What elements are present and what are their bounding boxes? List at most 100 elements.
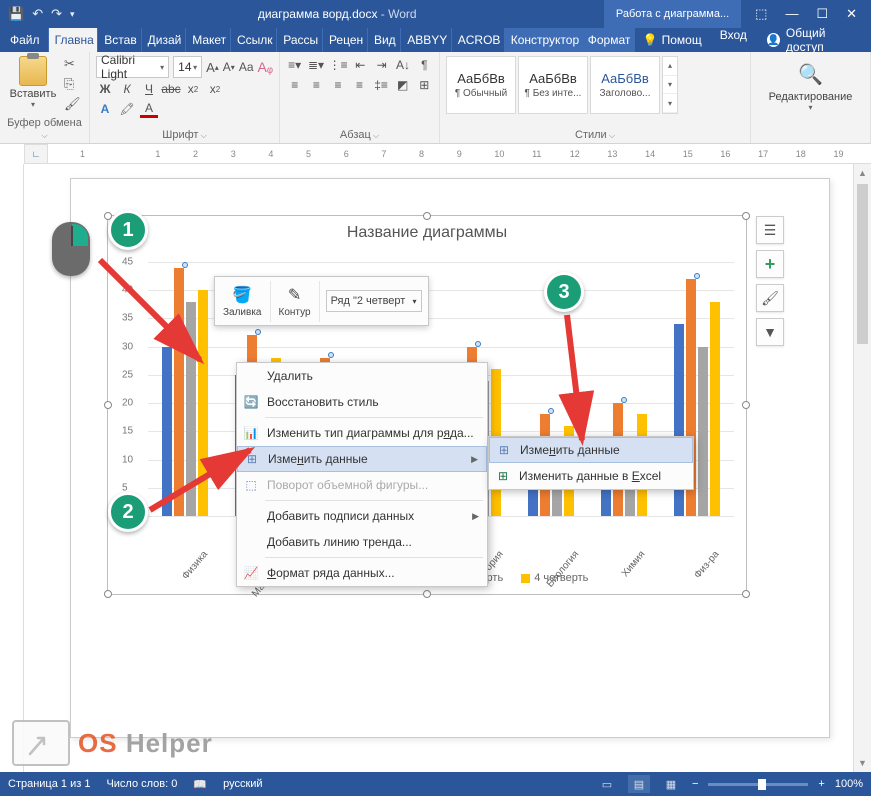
chart-layout-button[interactable]: ☰ (756, 216, 784, 244)
chart-filter-button[interactable]: ▼ (756, 318, 784, 346)
tab-references[interactable]: Ссылк (231, 28, 277, 52)
numbering-icon[interactable]: ≣▾ (307, 56, 324, 74)
ruler-horizontal[interactable]: ∟ 112345678910111213141516171819 (24, 144, 871, 164)
scroll-thumb[interactable] (857, 184, 868, 344)
find-icon[interactable]: 🔍 (798, 62, 823, 87)
bold-icon[interactable]: Ж (96, 80, 114, 98)
view-read-icon[interactable]: ▭ (596, 775, 618, 793)
align-left-icon[interactable]: ≡ (286, 76, 304, 94)
undo-icon[interactable]: ↶ (32, 6, 43, 22)
font-size-dropdown[interactable]: 14▾ (173, 56, 202, 78)
editing-button[interactable]: Редактирование (769, 91, 853, 103)
ctx-reset-style[interactable]: 🔄Восстановить стиль (237, 389, 487, 415)
selection-handle[interactable] (104, 401, 112, 409)
tab-home[interactable]: Главна (49, 28, 99, 52)
ctx-delete[interactable]: Удалить (237, 363, 487, 389)
ribbon-display-icon[interactable]: ⬚ (755, 6, 767, 22)
zoom-slider[interactable] (708, 783, 808, 786)
sub-edit-data-excel[interactable]: ⊞Изменить данные в Excel (489, 463, 693, 489)
scroll-up-icon[interactable]: ▲ (854, 164, 871, 182)
selection-handle[interactable] (104, 590, 112, 598)
multilevel-icon[interactable]: ⋮≡ (329, 56, 348, 74)
chart-title[interactable]: Название диаграммы (108, 216, 746, 250)
minimize-icon[interactable]: — (785, 6, 798, 22)
maximize-icon[interactable]: ☐ (816, 6, 828, 22)
chart-elements-button[interactable]: + (756, 250, 784, 278)
subscript-icon[interactable]: x2 (184, 80, 202, 98)
tab-selector[interactable]: ∟ (24, 144, 48, 164)
indent-dec-icon[interactable]: ⇤ (352, 56, 369, 74)
share-button[interactable]: 👤Общий доступ (757, 28, 871, 52)
view-print-icon[interactable]: ▤ (628, 775, 650, 793)
tell-me[interactable]: 💡Помощ (634, 28, 710, 52)
selection-handle[interactable] (742, 401, 750, 409)
series-selector-dropdown[interactable]: Ряд "2 четверт▾ (326, 290, 422, 312)
shape-fill-button[interactable]: 🪣Заливка (215, 281, 271, 322)
tab-design[interactable]: Дизай (142, 28, 187, 52)
superscript-icon[interactable]: x2 (206, 80, 224, 98)
sign-in[interactable]: Вход (710, 28, 757, 52)
view-web-icon[interactable]: ▦ (660, 775, 682, 793)
underline-icon[interactable]: Ч (140, 80, 158, 98)
status-word-count[interactable]: Число слов: 0 (106, 778, 177, 790)
borders-icon[interactable]: ⊞ (415, 76, 433, 94)
tab-review[interactable]: Рецен (323, 28, 368, 52)
tab-chart-design[interactable]: Конструктор (505, 28, 582, 52)
indent-inc-icon[interactable]: ⇥ (373, 56, 390, 74)
ctx-change-chart-type[interactable]: 📊Изменить тип диаграммы для ряда... (237, 420, 487, 446)
proofing-icon[interactable]: 📖 (193, 778, 207, 791)
status-page[interactable]: Страница 1 из 1 (8, 778, 90, 790)
tab-mailings[interactable]: Рассы (277, 28, 323, 52)
chart-styles-button[interactable]: 🖌 (756, 284, 784, 312)
tab-insert[interactable]: Встав (98, 28, 141, 52)
styles-gallery-more[interactable]: ▴▾▾ (662, 56, 678, 114)
font-name-dropdown[interactable]: Calibri Light▾ (96, 56, 169, 78)
scroll-down-icon[interactable]: ▼ (854, 754, 871, 772)
close-icon[interactable]: ✕ (846, 6, 857, 22)
clear-format-icon[interactable]: Aᵩ (258, 58, 274, 76)
format-painter-icon[interactable]: 🖌 (64, 96, 81, 112)
tab-layout[interactable]: Макет (186, 28, 231, 52)
selection-handle[interactable] (742, 212, 750, 220)
strike-icon[interactable]: abc (162, 80, 180, 98)
style-normal[interactable]: АаБбВв¶ Обычный (446, 56, 516, 114)
tab-chart-format[interactable]: Формат (582, 28, 634, 52)
selection-handle[interactable] (423, 590, 431, 598)
ctx-edit-data[interactable]: ⊞Изменить данные▶ (237, 446, 487, 472)
font-color-icon[interactable]: A (140, 100, 158, 118)
redo-icon[interactable]: ↷ (51, 6, 62, 22)
italic-icon[interactable]: К (118, 80, 136, 98)
text-effects-icon[interactable]: A (96, 100, 114, 118)
vertical-scrollbar[interactable]: ▲ ▼ (853, 164, 871, 772)
shape-outline-button[interactable]: ✎Контур (271, 281, 320, 322)
style-no-spacing[interactable]: АаБбВв¶ Без инте... (518, 56, 588, 114)
ruler-vertical[interactable] (0, 164, 24, 772)
shading-icon[interactable]: ◩ (394, 76, 412, 94)
ctx-format-series[interactable]: 📈Формат ряда данных... (237, 560, 487, 586)
selection-handle[interactable] (742, 590, 750, 598)
chart-bar[interactable] (710, 302, 720, 516)
paste-button[interactable]: Вставить ▾ (6, 56, 60, 112)
copy-icon[interactable]: ⎘ (64, 76, 81, 92)
show-marks-icon[interactable]: ¶ (416, 56, 433, 74)
sort-icon[interactable]: A↓ (394, 56, 411, 74)
style-heading1[interactable]: АаБбВвЗаголово... (590, 56, 660, 114)
tab-view[interactable]: Вид (368, 28, 401, 52)
align-center-icon[interactable]: ≡ (308, 76, 326, 94)
shrink-font-icon[interactable]: A▾ (223, 58, 235, 76)
ctx-add-trendline[interactable]: Добавить линию тренда... (237, 529, 487, 555)
status-language[interactable]: русский (223, 778, 262, 790)
bullets-icon[interactable]: ≡▾ (286, 56, 303, 74)
ctx-add-data-labels[interactable]: Добавить подписи данных▶ (237, 503, 487, 529)
selection-handle[interactable] (423, 212, 431, 220)
zoom-level[interactable]: 100% (835, 778, 863, 790)
save-icon[interactable]: 💾 (8, 6, 24, 22)
qat-more-icon[interactable]: ▾ (70, 9, 75, 20)
justify-icon[interactable]: ≡ (351, 76, 369, 94)
tab-file[interactable]: Файл (0, 28, 49, 52)
tab-acrobat[interactable]: ACROB (452, 28, 505, 52)
grow-font-icon[interactable]: A▴ (206, 58, 219, 76)
align-right-icon[interactable]: ≡ (329, 76, 347, 94)
highlight-icon[interactable]: 🖍 (118, 100, 136, 118)
cut-icon[interactable]: ✂ (64, 56, 81, 72)
